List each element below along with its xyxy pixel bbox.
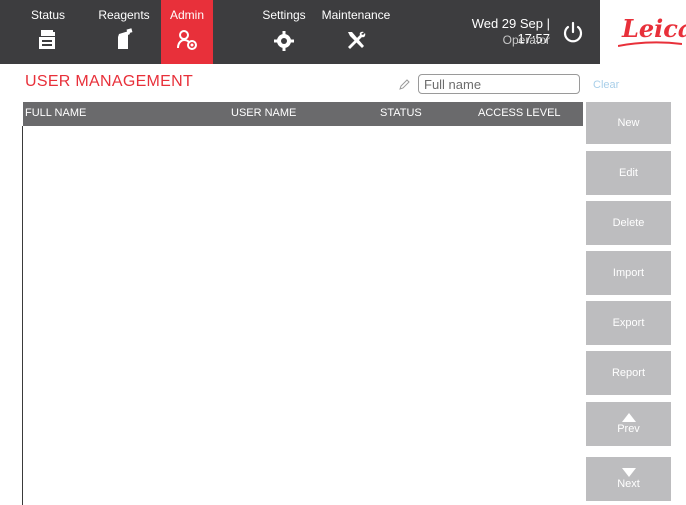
- prev-button[interactable]: Prev: [586, 402, 671, 446]
- tab-maintenance[interactable]: Maintenance: [317, 0, 395, 64]
- gear-icon: [274, 31, 294, 51]
- leica-logo: Leica: [622, 14, 686, 43]
- prev-label: Prev: [617, 423, 640, 435]
- user-table-body[interactable]: [23, 126, 583, 505]
- tab-status[interactable]: Status: [25, 0, 71, 64]
- pencil-icon: [399, 79, 410, 90]
- tab-settings-label: Settings: [262, 8, 306, 22]
- next-button[interactable]: Next: [586, 457, 671, 501]
- delete-button[interactable]: Delete: [586, 201, 671, 245]
- clear-link[interactable]: Clear: [593, 79, 619, 91]
- admin-users-gear-icon: [177, 30, 197, 50]
- column-header-full-name[interactable]: FULL NAME: [25, 107, 86, 119]
- edit-button[interactable]: Edit: [586, 151, 671, 195]
- tab-maintenance-label: Maintenance: [321, 8, 391, 22]
- tab-admin[interactable]: Admin: [161, 0, 213, 64]
- tab-reagents-label: Reagents: [98, 8, 150, 22]
- table-header: FULL NAME USER NAME STATUS ACCESS LEVEL: [23, 102, 583, 126]
- arrow-up-icon: [621, 413, 636, 422]
- column-header-user-name[interactable]: USER NAME: [231, 107, 296, 119]
- user-role-label: Operator: [502, 33, 550, 47]
- column-header-status[interactable]: STATUS: [380, 107, 422, 119]
- tools-icon: [348, 31, 366, 49]
- tab-admin-label: Admin: [169, 8, 204, 22]
- export-button[interactable]: Export: [586, 301, 671, 345]
- printer-icon: [39, 30, 55, 49]
- column-header-access-level[interactable]: ACCESS LEVEL: [478, 107, 561, 119]
- page-title: USER MANAGEMENT: [25, 73, 194, 90]
- report-button[interactable]: Report: [586, 351, 671, 395]
- arrow-down-icon: [621, 468, 636, 477]
- tab-status-label: Status: [30, 8, 66, 22]
- new-button[interactable]: New: [586, 102, 671, 144]
- full-name-search-input[interactable]: [418, 74, 580, 94]
- tab-reagents[interactable]: Reagents: [92, 0, 156, 64]
- power-icon[interactable]: [560, 20, 586, 46]
- logo-swoosh: [618, 41, 682, 47]
- import-button[interactable]: Import: [586, 251, 671, 295]
- logo-area: Leica: [600, 0, 686, 64]
- tab-settings[interactable]: Settings: [253, 0, 315, 64]
- top-navigation-bar: Status Reagents Admin Settings Maintenan…: [0, 0, 686, 64]
- next-label: Next: [617, 478, 640, 490]
- reagent-bottle-icon: [118, 28, 133, 49]
